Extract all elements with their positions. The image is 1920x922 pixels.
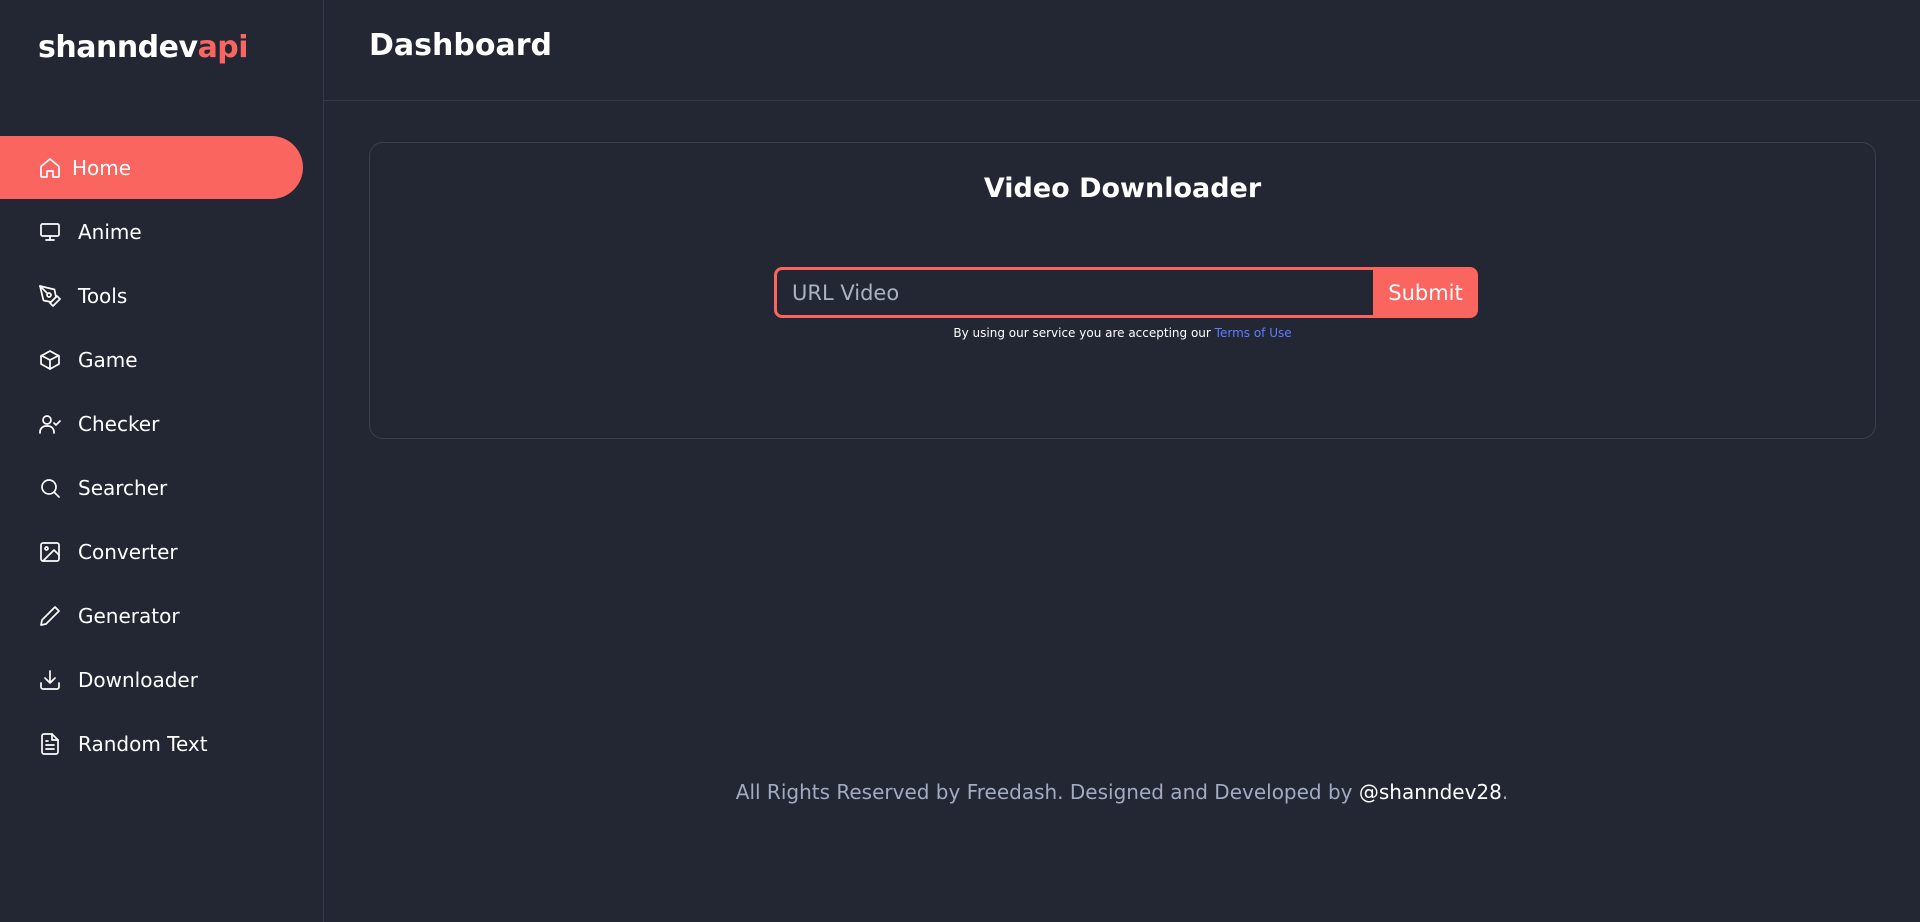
main-content: Dashboard Video Downloader Submit By usi…: [324, 0, 1920, 922]
sidebar-item-home[interactable]: Home: [0, 136, 303, 199]
sidebar-item-random-text[interactable]: Random Text: [0, 712, 303, 775]
brand-name: shanndev: [38, 30, 198, 65]
sidebar-item-checker[interactable]: Checker: [0, 392, 303, 455]
pencil-icon: [38, 604, 62, 628]
footer-text: All Rights Reserved by Freedash. Designe…: [735, 780, 1353, 804]
sidebar-item-label: Anime: [78, 219, 142, 244]
home-icon: [38, 156, 62, 180]
card-title: Video Downloader: [983, 173, 1262, 204]
sidebar-item-label: Game: [78, 347, 138, 372]
sidebar-item-label: Downloader: [78, 667, 198, 692]
terms-text: By using our service you are accepting o…: [953, 326, 1211, 340]
sidebar-item-tools[interactable]: Tools: [0, 264, 303, 327]
sidebar-nav: Home Anime Tools Game Checker Searcher C…: [0, 136, 324, 776]
sidebar-item-searcher[interactable]: Searcher: [0, 456, 303, 519]
sidebar-item-game[interactable]: Game: [0, 328, 303, 391]
footer-suffix: .: [1501, 780, 1509, 804]
download-icon: [38, 668, 62, 692]
footer: All Rights Reserved by Freedash. Designe…: [324, 780, 1920, 804]
sidebar-item-downloader[interactable]: Downloader: [0, 648, 303, 711]
terms-notice: By using our service you are accepting o…: [370, 326, 1875, 340]
submit-button[interactable]: Submit: [1373, 267, 1478, 318]
brand-logo[interactable]: shanndevapi: [38, 30, 249, 65]
sidebar-item-label: Tools: [78, 283, 128, 308]
sidebar: shanndevapi Home Anime Tools Game Checke…: [0, 0, 324, 922]
image-icon: [38, 540, 62, 564]
sidebar-item-label: Checker: [78, 411, 160, 436]
file-text-icon: [38, 732, 62, 756]
sidebar-item-generator[interactable]: Generator: [0, 584, 303, 647]
sidebar-item-label: Random Text: [78, 731, 208, 756]
app-root: shanndevapi Home Anime Tools Game Checke…: [0, 0, 1920, 922]
page-title: Dashboard: [369, 27, 552, 63]
sidebar-item-label: Generator: [78, 603, 180, 628]
user-check-icon: [38, 412, 62, 436]
developer-handle-link[interactable]: @shanndev28: [1359, 780, 1502, 804]
url-input[interactable]: [774, 267, 1373, 318]
terms-of-use-link[interactable]: Terms of Use: [1215, 326, 1292, 340]
brand-accent: api: [197, 30, 249, 65]
sidebar-item-converter[interactable]: Converter: [0, 520, 303, 583]
video-downloader-card: Video Downloader Submit By using our ser…: [369, 142, 1876, 439]
pen-tool-icon: [38, 284, 62, 308]
package-icon: [38, 348, 62, 372]
sidebar-item-label: Home: [72, 155, 132, 180]
top-bar: Dashboard: [324, 0, 1920, 101]
download-form: Submit: [774, 267, 1478, 318]
sidebar-item-label: Converter: [78, 539, 178, 564]
sidebar-item-label: Searcher: [78, 475, 168, 500]
sidebar-item-anime[interactable]: Anime: [0, 200, 303, 263]
search-icon: [38, 476, 62, 500]
monitor-icon: [38, 220, 62, 244]
